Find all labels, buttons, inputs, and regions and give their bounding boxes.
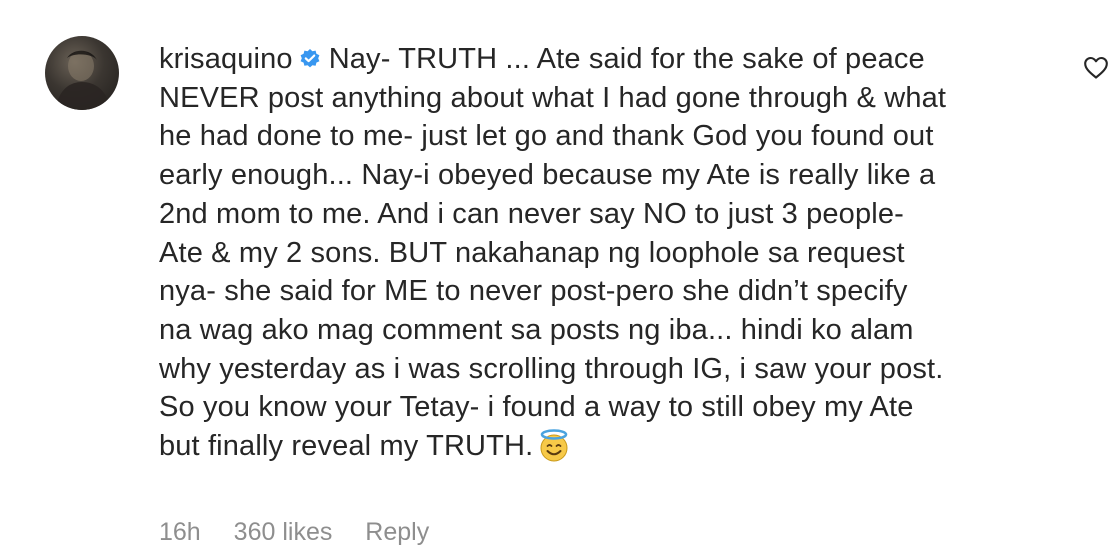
user-avatar-icon [55, 50, 111, 110]
verified-badge-icon [300, 49, 320, 68]
comment-body: krisaquino Nay- TRUTH ... Ate said for th… [159, 40, 1059, 466]
smiling-face-with-halo-emoji [540, 429, 568, 462]
comment-line: krisaquino Nay- TRUTH ... Ate said for th… [159, 40, 1059, 79]
comment-line: nya- she said for ME to never post-pero … [159, 275, 908, 308]
comment-line: So you know your Tetay- i found a way to… [159, 391, 914, 424]
comment-line: na wag ako mag comment sa posts ng iba..… [159, 313, 914, 346]
comment-line: 2nd mom to me. And i can never say NO to… [159, 197, 904, 230]
comment-line: Ate & my 2 sons. BUT nakahanap ng loopho… [159, 236, 905, 269]
username-link[interactable]: krisaquino [159, 43, 293, 75]
heart-outline-icon[interactable] [1083, 55, 1109, 81]
comment-likes-count[interactable]: 360 likes [234, 518, 333, 546]
comment-timestamp[interactable]: 16h [159, 518, 201, 546]
comment-line: NEVER post anything about what I had gon… [159, 81, 947, 114]
comment-text: Nay- TRUTH ... Ate said for the sake of … [328, 43, 925, 75]
comment-meta: 16h 360 likes Reply [159, 518, 455, 547]
comment: krisaquino Nay- TRUTH ... Ate said for th… [0, 0, 1120, 551]
avatar[interactable] [45, 36, 119, 110]
comment-line: why yesterday as i was scrolling through… [159, 352, 944, 385]
comment-line: early enough... Nay-i obeyed because my … [159, 159, 936, 192]
comment-line-last: but finally reveal my TRUTH. [159, 427, 1059, 466]
comment-line: he had done to me- just let go and thank… [159, 120, 934, 153]
comment-text: but finally reveal my TRUTH. [159, 430, 534, 463]
reply-button[interactable]: Reply [365, 518, 429, 546]
